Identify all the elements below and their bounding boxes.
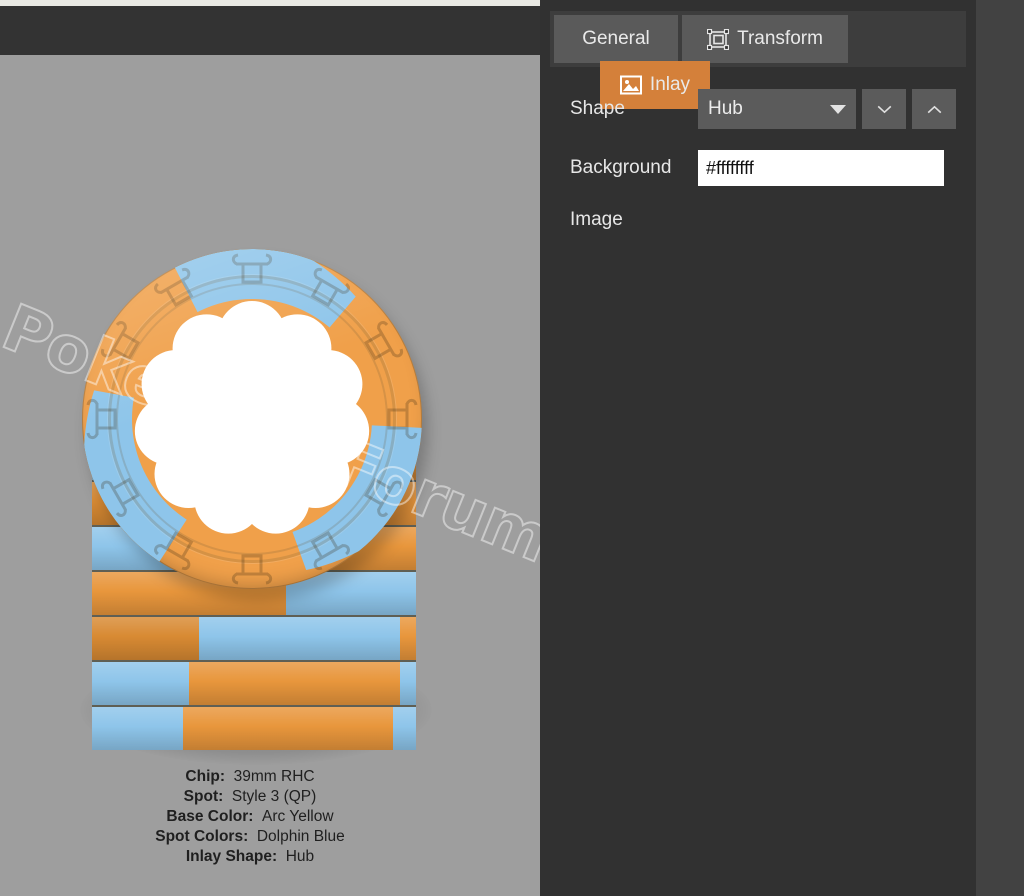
- background-field-row: Background: [570, 150, 976, 186]
- chip-stack-band: [92, 705, 416, 750]
- chevron-down-icon: [877, 105, 892, 114]
- spec-label: Base Color:: [166, 808, 253, 825]
- background-color-input[interactable]: [698, 150, 944, 186]
- band-shading: [92, 707, 416, 750]
- background-label: Background: [570, 157, 698, 179]
- chip-stack-band: [92, 660, 416, 705]
- band-shading: [92, 662, 416, 705]
- chip-preview-canvas[interactable]: PokerChipForum.com Chip: 39mm RHCSpot: S…: [0, 55, 540, 896]
- chip-inlay-hub: [132, 299, 372, 539]
- spec-value: Style 3 (QP): [223, 788, 316, 805]
- panel-right-gutter: [976, 0, 1024, 896]
- band-shading: [92, 617, 416, 660]
- spec-label: Inlay Shape:: [186, 848, 277, 865]
- chevron-down-icon: [830, 105, 846, 114]
- shape-next-button[interactable]: [862, 89, 906, 129]
- transform-icon: [707, 29, 729, 50]
- spec-value: 39mm RHC: [225, 768, 315, 785]
- spec-row: Chip: 39mm RHC: [0, 767, 500, 787]
- tab-transform[interactable]: Transform: [682, 15, 848, 63]
- shape-field-row: Shape Hub: [570, 89, 976, 129]
- shape-prev-button[interactable]: [912, 89, 956, 129]
- chip-stack-band: [92, 615, 416, 660]
- app-window: PokerChipForum.com Chip: 39mm RHCSpot: S…: [0, 0, 1024, 896]
- chip-face-preview[interactable]: [82, 249, 422, 589]
- tab-general-label: General: [582, 28, 650, 50]
- shape-label: Shape: [570, 98, 698, 120]
- spec-value: Hub: [277, 848, 314, 865]
- spec-label: Spot:: [184, 788, 224, 805]
- shape-select[interactable]: Hub: [698, 89, 856, 129]
- spec-value: Arc Yellow: [253, 808, 333, 825]
- spec-row: Spot: Style 3 (QP): [0, 787, 500, 807]
- spec-label: Spot Colors:: [155, 828, 248, 845]
- inspector-tabbar: General Inlay: [550, 11, 966, 67]
- tab-general[interactable]: General: [554, 15, 678, 63]
- image-section-label: Image: [570, 209, 623, 231]
- chip-spec-block: Chip: 39mm RHCSpot: Style 3 (QP)Base Col…: [0, 767, 500, 867]
- shape-select-value: Hub: [708, 98, 743, 120]
- inspector-panel: General Inlay: [540, 0, 976, 896]
- spec-value: Dolphin Blue: [248, 828, 345, 845]
- chip-body: [82, 249, 422, 589]
- spec-label: Chip:: [185, 768, 225, 785]
- chevron-up-icon: [927, 105, 942, 114]
- tab-transform-label: Transform: [737, 28, 823, 50]
- spec-row: Base Color: Arc Yellow: [0, 807, 500, 827]
- spec-row: Spot Colors: Dolphin Blue: [0, 827, 500, 847]
- spec-row: Inlay Shape: Hub: [0, 847, 500, 867]
